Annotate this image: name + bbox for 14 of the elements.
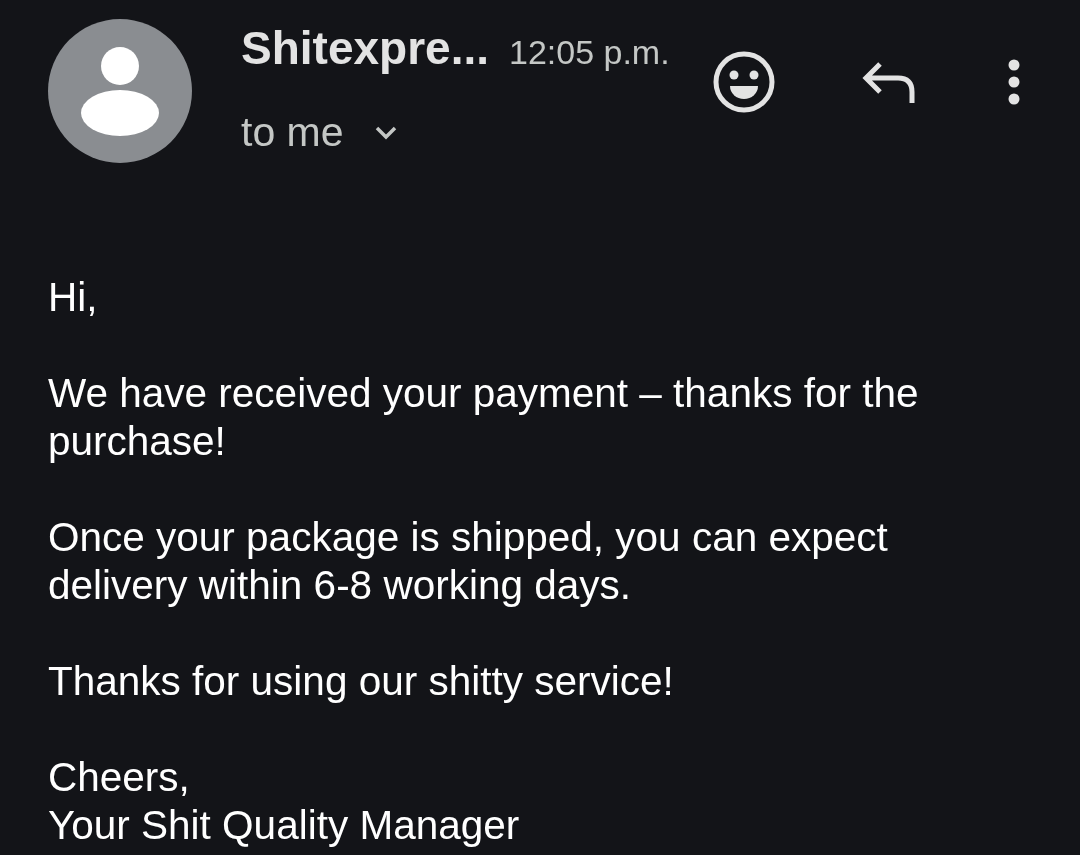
recipients-toggle[interactable]: to me [241,108,398,156]
message-paragraph: Once your package is shipped, you can expect delivery within 6-8 working days. [48,513,889,609]
emoji-reaction-button[interactable] [713,51,775,113]
timestamp: 12:05 p.m. [508,32,670,73]
message-paragraph: Hi, [48,273,99,321]
signature-line: Cheers, [48,753,191,801]
reply-button[interactable] [860,60,918,104]
smiley-icon [713,51,775,113]
sender-name: Shitexpre... [241,21,489,76]
avatar-icon [48,19,192,163]
reply-icon [860,60,918,104]
message-paragraph: We have received your payment – thanks for the purchase! [48,369,920,465]
signature-line: Your Shit Quality Manager [48,801,521,849]
message-paragraph: Thanks for using our shitty service! [48,657,675,705]
